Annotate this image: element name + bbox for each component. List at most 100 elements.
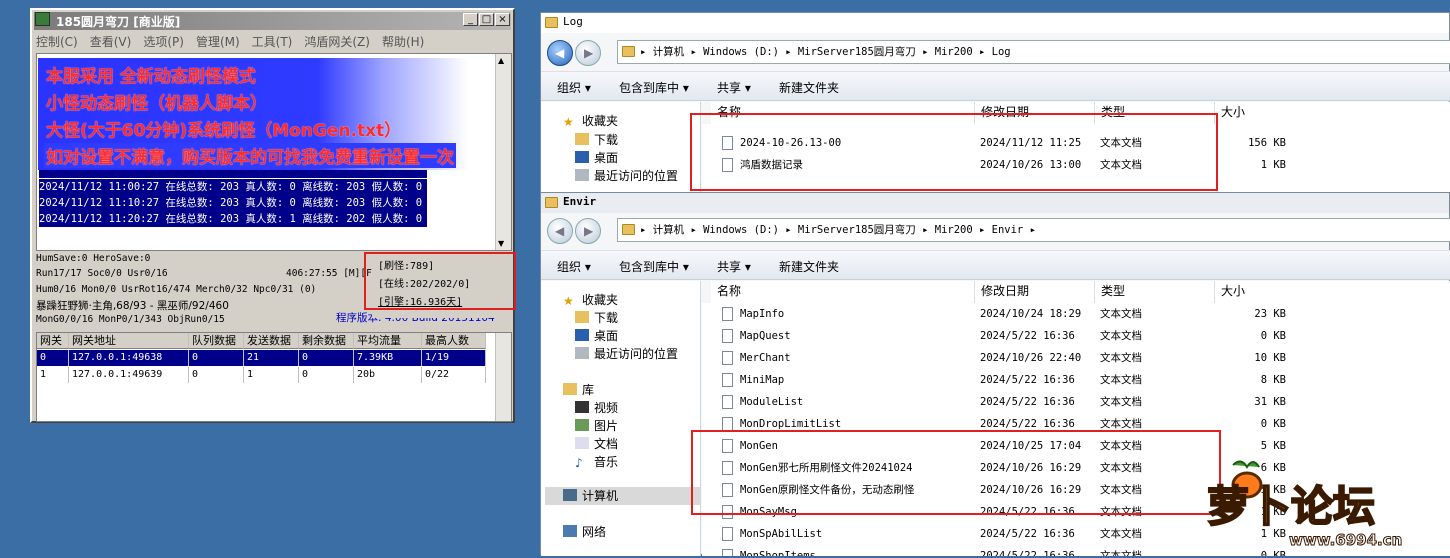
network-icon (563, 525, 577, 537)
recent-places-icon (575, 169, 589, 181)
minimize-button[interactable]: _ (463, 13, 478, 26)
file-date: 2024/10/26 22:40 (980, 352, 1082, 364)
nav-label: 最近访问的位置 (594, 347, 679, 361)
nav-recent[interactable]: 最近访问的位置 (575, 167, 678, 184)
menu-help[interactable]: 帮助(H) (382, 33, 424, 51)
nav-pictures[interactable]: 图片 (575, 417, 618, 434)
address-bar[interactable]: ▸ 计算机 ▸ Windows (D:) ▸ MirServer185圆月弯刀 … (617, 40, 1450, 64)
text-file-icon (722, 351, 733, 365)
nav-favorites[interactable]: ★ 收藏夹 (563, 112, 618, 129)
nav-desktop[interactable]: 桌面 (575, 149, 618, 166)
highlight-box (691, 430, 1221, 515)
file-size: 0 KB (1260, 330, 1286, 342)
status-line: Run17/17 Soc0/0 Usr0/16 (36, 268, 168, 279)
file-date: 2024/5/22 16:36 (980, 330, 1075, 342)
nav-label: 图片 (594, 419, 619, 433)
nav-computer[interactable]: 计算机 (545, 487, 701, 505)
forward-button[interactable]: ▶ (575, 218, 601, 244)
column-header[interactable]: 队列数据 (189, 333, 244, 349)
column-header[interactable]: 最高人数 (422, 333, 486, 349)
file-size: 156 KB (1248, 137, 1286, 149)
scroll-down-icon[interactable]: ▼ (498, 239, 504, 248)
file-type: 文本文档 (1100, 550, 1142, 556)
maximize-button[interactable]: □ (479, 13, 494, 26)
nav-music[interactable]: ♪ 音乐 (575, 453, 618, 470)
app-title: 185圆月弯刀 [商业版] (56, 15, 181, 29)
arrow-left-icon: ◀ (555, 46, 565, 60)
forward-button[interactable]: ▶ (575, 40, 601, 66)
nav-desktop[interactable]: 桌面 (575, 327, 618, 344)
file-row[interactable]: MiniMap 2024/5/22 16:36 文本文档 8 KB (722, 369, 1442, 391)
file-row[interactable]: MapInfo 2024/10/24 18:29 文本文档 23 KB (722, 303, 1442, 325)
nav-recent[interactable]: 最近访问的位置 (575, 345, 678, 362)
scroll-up-icon[interactable]: ▲ (498, 56, 504, 65)
menu-view[interactable]: 查看(V) (90, 33, 132, 51)
table-cell: 20b (354, 367, 422, 383)
nav-documents[interactable]: 文档 (575, 435, 618, 452)
organize-button[interactable]: 组织 ▾ (557, 258, 591, 275)
table-scrollbar[interactable] (495, 333, 511, 421)
column-size[interactable]: 大小 (1215, 281, 1450, 303)
menu-options[interactable]: 选项(P) (143, 33, 184, 51)
nav-videos[interactable]: 视频 (575, 399, 618, 416)
column-name[interactable]: 名称 (711, 281, 975, 303)
back-button[interactable]: ◀ (547, 218, 573, 244)
watermark-title: 萝卜论坛 (1206, 481, 1376, 532)
menu-tools[interactable]: 工具(T) (252, 33, 293, 51)
nav-downloads[interactable]: 下载 (575, 131, 618, 148)
banner-line: 本服采用 全新动态刷怪模式 (46, 67, 256, 87)
log-line-partial (39, 170, 427, 178)
arrow-right-icon: ▶ (584, 46, 594, 60)
star-icon: ★ (563, 294, 574, 308)
menu-control[interactable]: 控制(C) (36, 33, 78, 51)
share-button[interactable]: 共享 ▾ (717, 258, 751, 275)
column-header[interactable]: 平均流量 (354, 333, 422, 349)
column-header[interactable]: 网关地址 (69, 333, 189, 349)
column-header[interactable]: 发送数据 (244, 333, 299, 349)
banner-line: 如对设置不满意，购买版本的可找我免费重新设置一次 (44, 143, 456, 168)
log-scrollbar[interactable]: ▲ ▼ (495, 54, 511, 250)
folder-icon (622, 46, 635, 57)
back-button[interactable]: ◀ (547, 40, 573, 66)
gateway-table[interactable]: 网关 网关地址 队列数据 发送数据 剩余数据 平均流量 最高人数 0 127.0… (36, 332, 512, 422)
nav-libraries[interactable]: 库 (563, 381, 594, 398)
column-size[interactable]: 大小 (1215, 102, 1450, 124)
file-type: 文本文档 (1100, 352, 1142, 364)
file-date: 2024/10/24 18:29 (980, 308, 1082, 320)
nav-network[interactable]: 网络 (563, 523, 606, 540)
text-file-icon (722, 417, 733, 431)
file-row[interactable]: ModuleList 2024/5/22 16:36 文本文档 31 KB (722, 391, 1442, 413)
app-logo-icon (35, 12, 50, 26)
window-title-bar[interactable]: Envir (541, 193, 1449, 213)
new-folder-button[interactable]: 新建文件夹 (779, 258, 839, 275)
nav-label: 下载 (594, 311, 619, 325)
nav-downloads[interactable]: 下载 (575, 309, 618, 326)
column-type[interactable]: 类型 (1095, 281, 1215, 303)
menu-manage[interactable]: 管理(M) (196, 33, 240, 51)
app-title-bar[interactable]: 185圆月弯刀 [商业版] (34, 12, 511, 30)
nav-label: 下载 (594, 133, 619, 147)
table-cell: 0 (37, 350, 69, 366)
nav-label: 收藏夹 (582, 293, 619, 307)
column-header[interactable]: 网关 (37, 333, 69, 349)
include-library-button[interactable]: 包含到库中 ▾ (619, 258, 689, 275)
column-date[interactable]: 修改日期 (975, 281, 1095, 303)
status-line: HumSave:0 HeroSave:0 (36, 253, 151, 264)
include-library-button[interactable]: 包含到库中 ▾ (619, 79, 689, 96)
file-type: 文本文档 (1100, 330, 1142, 342)
computer-icon (563, 489, 577, 501)
organize-button[interactable]: 组织 ▾ (557, 79, 591, 96)
menu-gateway[interactable]: 鸿盾网关(Z) (304, 33, 370, 51)
banner-line: 小怪动态刷怪（机器人脚本） (46, 94, 267, 114)
file-row[interactable]: MerChant 2024/10/26 22:40 文本文档 10 KB (722, 347, 1442, 369)
new-folder-button[interactable]: 新建文件夹 (779, 79, 839, 96)
share-button[interactable]: 共享 ▾ (717, 79, 751, 96)
text-file-icon (722, 395, 733, 409)
nav-favorites[interactable]: ★ 收藏夹 (563, 291, 618, 308)
window-title-bar[interactable]: Log (541, 13, 1449, 33)
address-path: ▸ 计算机 ▸ Windows (D:) ▸ MirServer185圆月弯刀 … (640, 224, 1036, 236)
file-row[interactable]: MapQuest 2024/5/22 16:36 文本文档 0 KB (722, 325, 1442, 347)
column-header[interactable]: 剩余数据 (299, 333, 354, 349)
close-button[interactable]: × (495, 13, 510, 26)
address-bar[interactable]: ▸ 计算机 ▸ Windows (D:) ▸ MirServer185圆月弯刀 … (617, 218, 1450, 242)
